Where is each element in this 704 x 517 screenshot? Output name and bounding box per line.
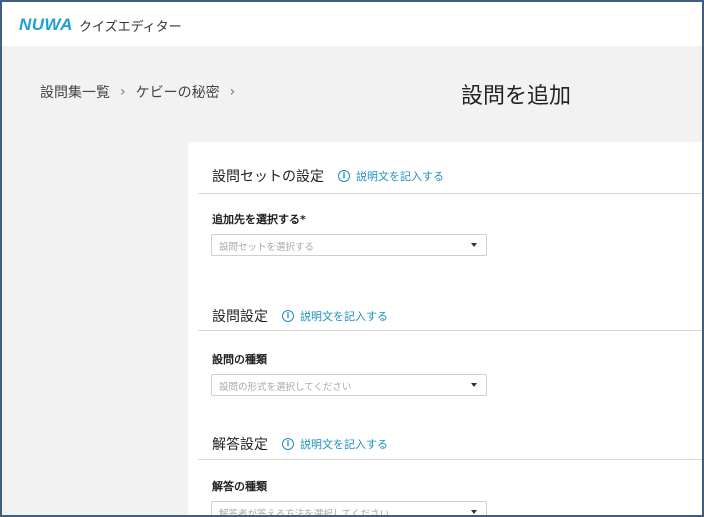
help-link-question-settings[interactable]: i 説明文を記入する <box>282 308 388 324</box>
section-answer-settings: 解答設定 i 説明文を記入する <box>212 434 388 454</box>
help-link-label: 説明文を記入する <box>300 310 388 323</box>
app-logo[interactable]: NUWA クイズエディター <box>19 15 182 35</box>
question-type-select[interactable]: 設問の形式を選択してください <box>211 374 487 396</box>
page-title: 設問を追加 <box>461 84 572 109</box>
section-divider <box>198 193 702 194</box>
info-circle-icon: i <box>338 170 350 182</box>
caret-down-icon <box>471 383 477 387</box>
top-header: NUWA クイズエディター <box>2 2 702 46</box>
section-set-settings: 設問セットの設定 i 説明文を記入する <box>212 166 444 186</box>
help-link-answer-settings[interactable]: i 説明文を記入する <box>282 436 388 452</box>
select-placeholder: 解答者が答える方法を選択してください <box>219 509 390 517</box>
field-label-destination: 追加先を選択する* <box>212 213 306 226</box>
app-name: クイズエディター <box>78 19 182 35</box>
field-label-question-type: 設問の種類 <box>212 353 267 366</box>
breadcrumb-item-question-list[interactable]: 設問集一覧 <box>40 82 110 102</box>
section-divider <box>198 459 702 460</box>
nuwa-logo: NUWA <box>19 15 73 34</box>
section-question-settings: 設問設定 i 説明文を記入する <box>212 306 388 326</box>
select-placeholder: 設問セットを選択する <box>219 242 315 253</box>
info-circle-icon: i <box>282 438 294 450</box>
section-divider <box>198 330 702 331</box>
destination-select[interactable]: 設問セットを選択する <box>211 234 487 256</box>
chevron-right-icon: › <box>120 84 126 100</box>
answer-type-select[interactable]: 解答者が答える方法を選択してください <box>211 501 487 517</box>
caret-down-icon <box>471 243 477 247</box>
help-link-label: 説明文を記入する <box>356 170 444 183</box>
breadcrumb: 設問集一覧 › ケビーの秘密 › <box>40 82 245 102</box>
caret-down-icon <box>471 510 477 514</box>
breadcrumb-item-kebi-secret[interactable]: ケビーの秘密 <box>136 82 220 102</box>
form-card: 設問セットの設定 i 説明文を記入する 追加先を選択する* 設問セットを選択する… <box>188 142 702 517</box>
section-title-answer-settings: 解答設定 <box>212 437 268 453</box>
info-circle-icon: i <box>282 310 294 322</box>
select-placeholder: 設問の形式を選択してください <box>219 382 352 393</box>
help-link-set-settings[interactable]: i 説明文を記入する <box>338 168 444 184</box>
section-title-set-settings: 設問セットの設定 <box>212 169 324 185</box>
section-title-question-settings: 設問設定 <box>212 309 268 325</box>
app-window: NUWA クイズエディター 設問集一覧 › ケビーの秘密 › 設問を追加 設問セ… <box>0 0 704 517</box>
help-link-label: 説明文を記入する <box>300 438 388 451</box>
chevron-right-icon: › <box>229 84 236 100</box>
field-label-answer-type: 解答の種類 <box>212 480 267 493</box>
